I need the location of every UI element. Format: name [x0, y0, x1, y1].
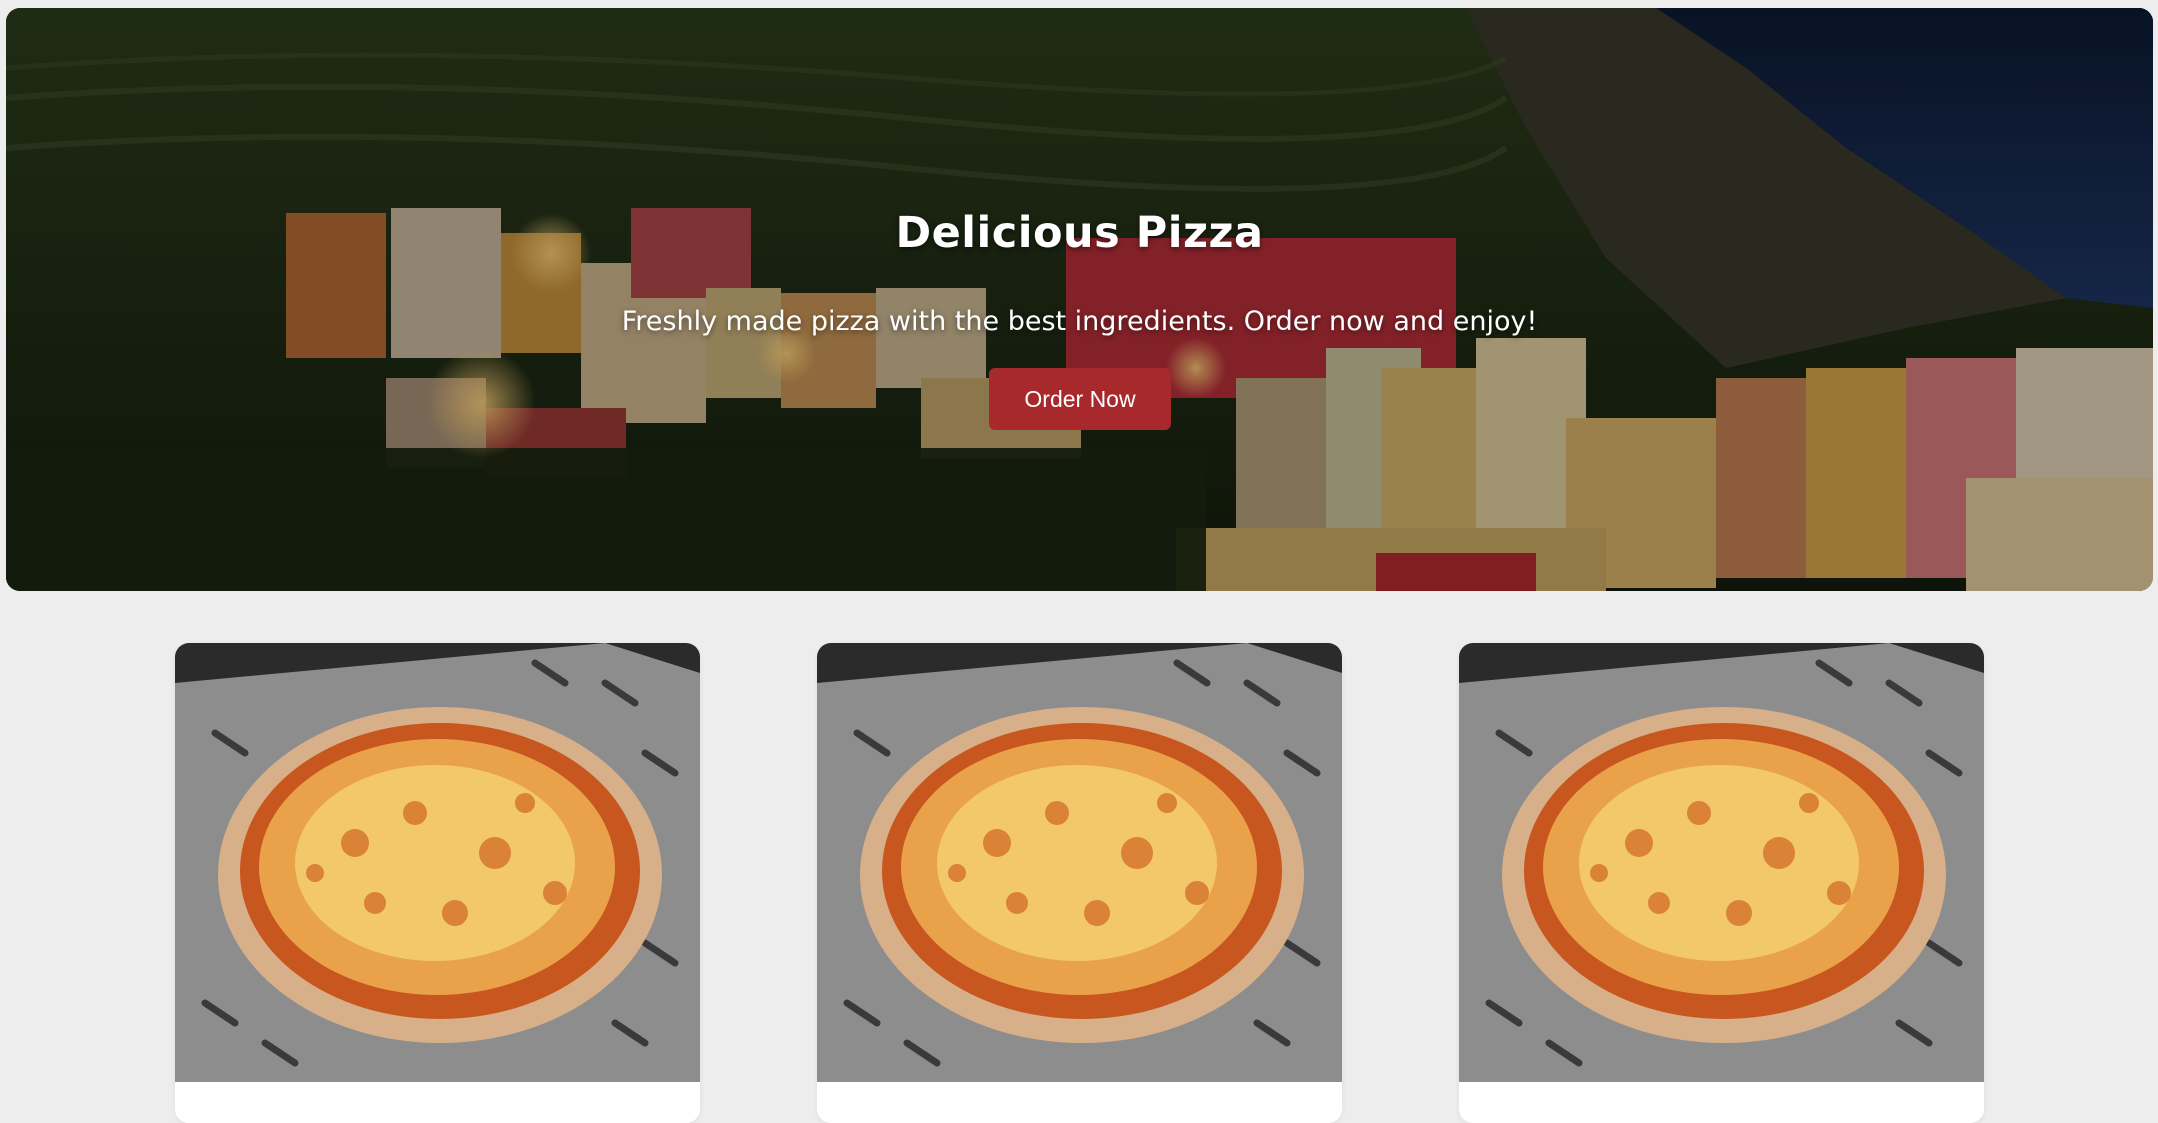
pizza-card[interactable] — [1459, 643, 1984, 1123]
hero-subtitle: Freshly made pizza with the best ingredi… — [621, 306, 1538, 337]
pizza-image — [817, 643, 1342, 1082]
pizza-image — [1459, 643, 1984, 1082]
hero-content: Delicious Pizza Freshly made pizza with … — [6, 8, 2153, 591]
hero-banner: Delicious Pizza Freshly made pizza with … — [6, 8, 2153, 591]
pizza-card[interactable] — [175, 643, 700, 1123]
order-now-button[interactable]: Order Now — [989, 368, 1171, 430]
pizza-image — [175, 643, 700, 1082]
hero-title: Delicious Pizza — [895, 208, 1264, 258]
pizza-card[interactable] — [817, 643, 1342, 1123]
